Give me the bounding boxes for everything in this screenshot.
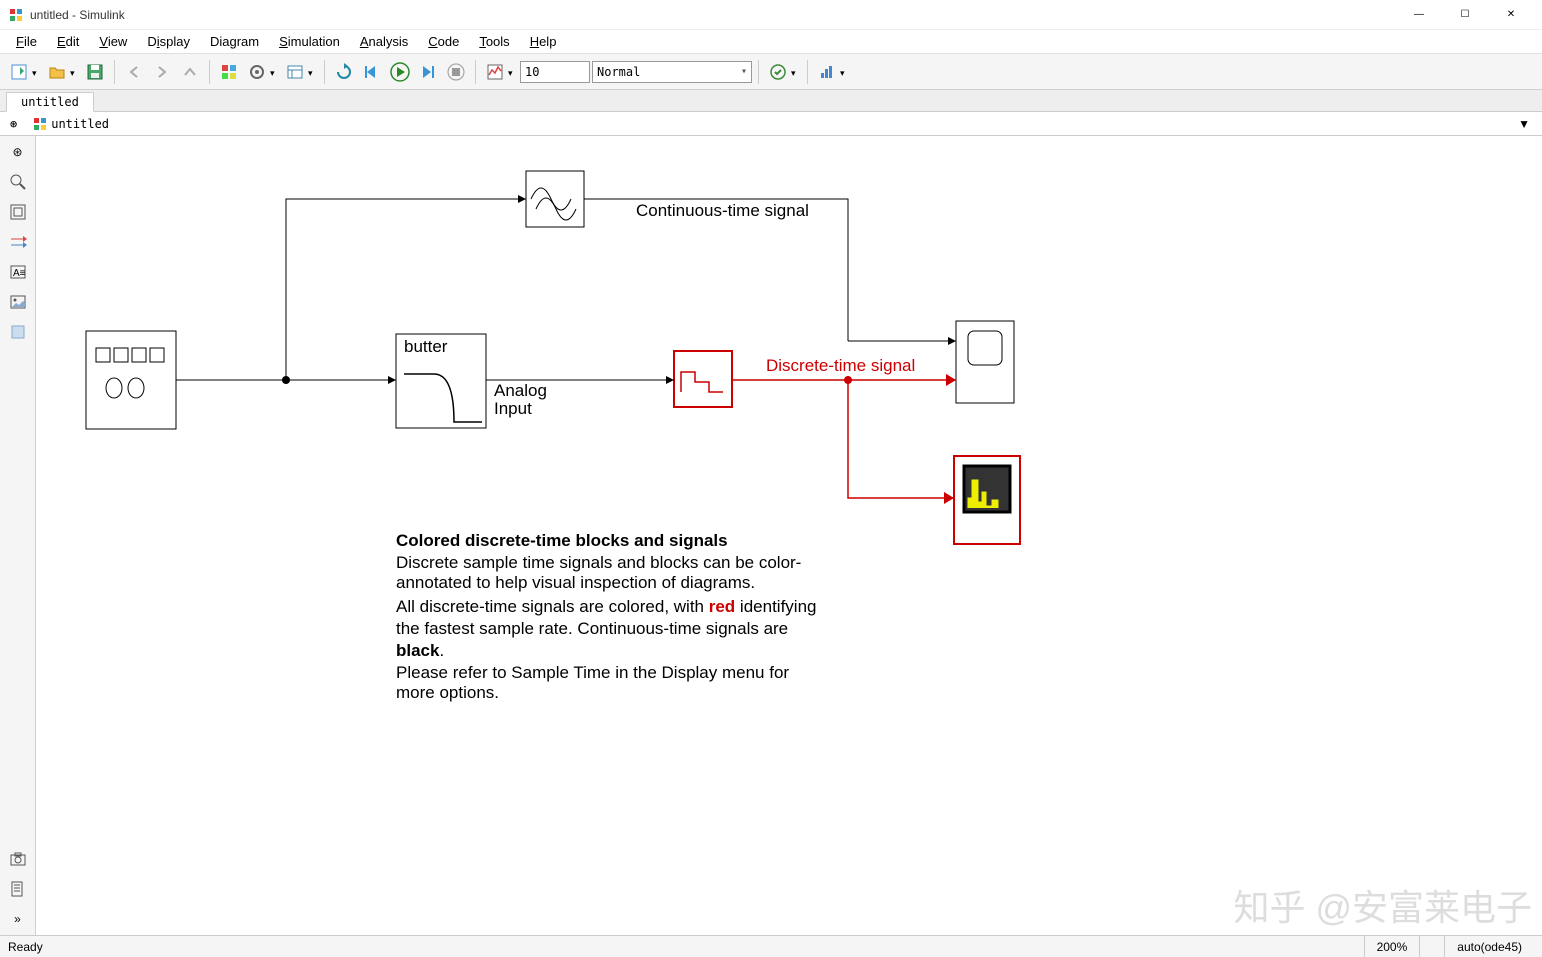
- fit-view-button[interactable]: [6, 200, 30, 224]
- wire-branch-to-spectrum[interactable]: [848, 380, 954, 498]
- svg-text:black.: black.: [396, 641, 444, 660]
- maximize-button[interactable]: ☐: [1442, 0, 1488, 30]
- svg-text:▾: ▾: [791, 68, 796, 78]
- status-zoom[interactable]: 200%: [1364, 936, 1420, 957]
- svg-text:▾: ▾: [508, 68, 513, 78]
- nav-back-button[interactable]: [121, 59, 147, 85]
- svg-text:annotated to help visual inspe: annotated to help visual inspection of d…: [396, 573, 755, 592]
- butter-label: butter: [404, 337, 448, 356]
- block-diagram: butter Analog Input: [36, 136, 1542, 935]
- model-tab[interactable]: untitled: [6, 92, 94, 112]
- svg-text:Discrete sample time signals a: Discrete sample time signals and blocks …: [396, 553, 801, 572]
- annotation-button[interactable]: A≡: [6, 260, 30, 284]
- continuous-signal-label: Continuous-time signal: [636, 201, 809, 220]
- simulation-data-inspector-button[interactable]: ▾: [482, 59, 518, 85]
- spectrum-analyzer-block[interactable]: [954, 456, 1020, 544]
- menubar: File Edit View Display Diagram Simulatio…: [0, 30, 1542, 54]
- annotation-note[interactable]: Colored discrete-time blocks and signals…: [396, 531, 816, 702]
- nav-forward-button[interactable]: [149, 59, 175, 85]
- stop-time-input[interactable]: [520, 61, 590, 83]
- wire-wave-to-scope-top[interactable]: [584, 199, 848, 341]
- run-button[interactable]: [387, 59, 413, 85]
- new-model-button[interactable]: ▾: [6, 59, 42, 85]
- svg-text:▾: ▾: [32, 68, 37, 78]
- status-bar: Ready 200% auto(ode45): [0, 935, 1542, 957]
- analog-input-label-1: Analog: [494, 381, 547, 400]
- menu-view[interactable]: View: [91, 32, 135, 51]
- minimize-button[interactable]: —: [1396, 0, 1442, 30]
- menu-help[interactable]: Help: [522, 32, 565, 51]
- wave-scope-block[interactable]: [526, 171, 584, 227]
- stop-button[interactable]: [443, 59, 469, 85]
- discrete-signal-label: Discrete-time signal: [766, 356, 915, 375]
- menu-code[interactable]: Code: [420, 32, 467, 51]
- update-diagram-button[interactable]: [331, 59, 357, 85]
- breadcrumb-bar: ⊛ untitled ▼: [0, 112, 1542, 136]
- hide-palette-button[interactable]: ⊛: [6, 140, 30, 164]
- close-button[interactable]: ✕: [1488, 0, 1534, 30]
- toolbar: ▾ ▾ ▾ ▾ ▾ Normal ▾ ▾: [0, 54, 1542, 90]
- step-back-button[interactable]: [359, 59, 385, 85]
- fast-restart-button[interactable]: ▾: [765, 59, 801, 85]
- zoom-button[interactable]: [6, 170, 30, 194]
- nav-up-button[interactable]: [177, 59, 203, 85]
- expand-palette-button[interactable]: »: [6, 907, 30, 931]
- hide-browser-button[interactable]: ⊛: [4, 116, 23, 132]
- palette: ⊛ A≡ »: [0, 136, 36, 935]
- menu-tools[interactable]: Tools: [471, 32, 517, 51]
- svg-text:▾: ▾: [308, 68, 313, 78]
- breadcrumb-dropdown[interactable]: ▼: [1510, 117, 1538, 131]
- svg-text:Colored discrete-time blocks a: Colored discrete-time blocks and signals: [396, 531, 728, 550]
- menu-diagram[interactable]: Diagram: [202, 32, 267, 51]
- simulation-mode-select[interactable]: Normal: [592, 61, 752, 83]
- menu-simulation[interactable]: Simulation: [271, 32, 348, 51]
- screenshot-button[interactable]: [6, 847, 30, 871]
- signals-button[interactable]: [6, 230, 30, 254]
- svg-text:A≡: A≡: [13, 268, 26, 279]
- titlebar: untitled - Simulink — ☐ ✕: [0, 0, 1542, 30]
- svg-text:more options.: more options.: [396, 683, 499, 702]
- save-button[interactable]: [82, 59, 108, 85]
- zoh-block[interactable]: [674, 351, 732, 407]
- workspace: ⊛ A≡ » butter: [0, 136, 1542, 935]
- menu-edit[interactable]: Edit: [49, 32, 87, 51]
- menu-display[interactable]: Display: [139, 32, 198, 51]
- image-button[interactable]: [6, 290, 30, 314]
- status-solver[interactable]: auto(ode45): [1444, 936, 1534, 957]
- step-forward-button[interactable]: [415, 59, 441, 85]
- scope-block[interactable]: [956, 321, 1014, 403]
- app-icon: [8, 7, 24, 23]
- svg-text:the fastest sample rate. Conti: the fastest sample rate. Continuous-time…: [396, 619, 788, 638]
- svg-text:▾: ▾: [840, 68, 845, 78]
- status-ready: Ready: [8, 936, 55, 957]
- requirements-button[interactable]: [6, 877, 30, 901]
- analog-input-label-2: Input: [494, 399, 532, 418]
- library-browser-button[interactable]: [216, 59, 242, 85]
- breadcrumb-root[interactable]: untitled: [27, 116, 115, 132]
- svg-text:▾: ▾: [270, 68, 275, 78]
- svg-text:Please refer to Sample Time in: Please refer to Sample Time in the Displ…: [396, 663, 789, 682]
- area-button[interactable]: [6, 320, 30, 344]
- butter-filter-block[interactable]: butter: [396, 334, 486, 428]
- performance-advisor-button[interactable]: ▾: [814, 59, 850, 85]
- menu-analysis[interactable]: Analysis: [352, 32, 416, 51]
- open-button[interactable]: ▾: [44, 59, 80, 85]
- menu-file[interactable]: File: [8, 32, 45, 51]
- model-config-button[interactable]: ▾: [244, 59, 280, 85]
- signal-generator-block[interactable]: [86, 331, 176, 429]
- svg-text:All discrete-time signals are: All discrete-time signals are colored, w…: [396, 597, 816, 616]
- tab-strip: untitled: [0, 90, 1542, 112]
- model-explorer-button[interactable]: ▾: [282, 59, 318, 85]
- svg-text:▾: ▾: [70, 68, 75, 78]
- window-title: untitled - Simulink: [30, 8, 1396, 22]
- canvas[interactable]: butter Analog Input: [36, 136, 1542, 935]
